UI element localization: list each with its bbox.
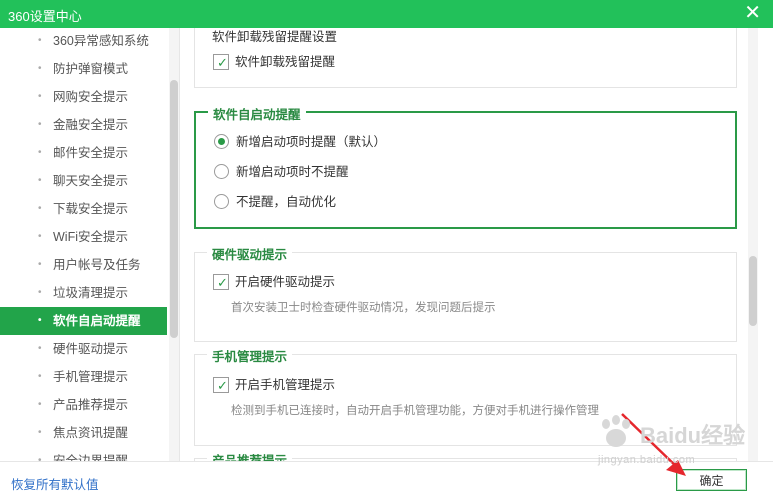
bullet-icon: • [38,175,42,186]
sidebar-item-label: 用户帐号及任务 [53,258,141,272]
sidebar-item-label: 产品推荐提示 [53,398,129,412]
sidebar-list: • 360异常感知系统 • 防护弹窗模式 • 网购安全提示 • 金融安全提示 • 邮件安全提示 • 聊… [0,28,167,461]
uninstall-residue-label: 软件卸载残留提醒 [235,55,336,69]
hardware-section-title: 硬件驱动提示 [207,244,293,263]
autostart-section-title: 软件自启动提醒 [208,104,306,123]
sidebar-item[interactable]: • 360异常感知系统 [0,28,167,55]
content-scrollbar-thumb[interactable] [749,256,757,326]
sidebar-item[interactable]: • 产品推荐提示 [0,391,167,419]
checkbox-box: ✓ [213,377,229,393]
window-title: 360设置中心 [8,9,82,24]
checkmark-icon: ✓ [217,55,228,70]
sidebar-item[interactable]: • 垃圾清理提示 [0,279,167,307]
phone-description: 检测到手机已连接时，自动开启手机管理功能，方便对手机进行操作管理 [231,405,599,417]
sidebar-item[interactable]: • 硬件驱动提示 [0,335,167,363]
radio-unselected [214,194,229,209]
hardware-section: 硬件驱动提示 ✓ 开启硬件驱动提示 首次安装卫士时检查硬件驱动情况，发现问题后提… [194,244,737,342]
bullet-icon: • [38,455,42,461]
sidebar-item-label: 下载安全提示 [53,202,129,216]
autostart-option-label: 不提醒，自动优化 [236,195,337,209]
radio-unselected [214,164,229,179]
title-bar: 360设置中心 ✕ [0,0,773,28]
sidebar-item[interactable]: • 聊天安全提示 [0,167,167,195]
checkmark-icon: ✓ [217,378,228,393]
sidebar-item-label: 硬件驱动提示 [53,342,129,356]
sidebar-item-label: 安全边界提醒 [53,454,129,461]
bullet-icon: • [38,119,42,130]
bullet-icon: • [38,147,42,158]
sidebar-item-label: 防护弹窗模式 [53,62,129,76]
sidebar-item-label: 360异常感知系统 [53,34,149,48]
restore-defaults-link[interactable]: 恢复所有默认值 [11,474,99,493]
radio-selected [214,134,229,149]
hardware-driver-label: 开启硬件驱动提示 [235,275,336,289]
sidebar-item[interactable]: • 用户帐号及任务 [0,251,167,279]
content-scrollbar-track[interactable] [748,28,758,461]
bullet-icon: • [38,259,42,270]
sidebar-item[interactable]: • WiFi安全提示 [0,223,167,251]
paw-logo-icon [602,415,630,447]
uninstall-section: 软件卸载残留提醒设置 ✓ 软件卸载残留提醒 [194,28,737,88]
sidebar-item-label: 网购安全提示 [53,90,129,104]
sidebar-item-label: 金融安全提示 [53,118,129,132]
bullet-icon: • [38,399,42,410]
sidebar-item-label: 垃圾清理提示 [53,286,129,300]
checkmark-icon: ✓ [217,275,228,290]
bullet-icon: • [38,35,42,46]
bullet-icon: • [38,63,42,74]
phone-management-label: 开启手机管理提示 [235,378,336,392]
sidebar-item[interactable]: • 网购安全提示 [0,83,167,111]
sidebar-item[interactable]: • 安全边界提醒 [0,447,167,461]
bullet-icon: • [38,231,42,242]
hardware-description: 首次安装卫士时检查硬件驱动情况，发现问题后提示 [231,302,496,314]
uninstall-section-title: 软件卸载残留提醒设置 [207,28,343,45]
checkbox-box: ✓ [213,274,229,290]
phone-section-title: 手机管理提示 [207,346,293,365]
close-icon[interactable]: ✕ [744,2,761,24]
product-section-title: 产品推荐提示 [207,450,293,461]
sidebar-item-label: WiFi安全提示 [53,230,128,244]
sidebar-item-label: 手机管理提示 [53,370,129,384]
sidebar-item[interactable]: • 焦点资讯提醒 [0,419,167,447]
bullet-icon: • [38,203,42,214]
ok-button[interactable]: 确定 [676,469,747,491]
settings-content: 软件卸载残留提醒设置 ✓ 软件卸载残留提醒 软件自启动提醒 新增启动项时提醒（默… [181,28,773,461]
sidebar-item[interactable]: • 邮件安全提示 [0,139,167,167]
watermark-text: Baidu经验 [640,423,746,448]
sidebar-item-label: 邮件安全提示 [53,146,129,160]
sidebar: • 360异常感知系统 • 防护弹窗模式 • 网购安全提示 • 金融安全提示 • 邮件安全提示 • 聊… [0,28,180,461]
sidebar-item[interactable]: • 下载安全提示 [0,195,167,223]
sidebar-scrollbar-thumb[interactable] [170,80,178,338]
bullet-icon: • [38,315,42,326]
sidebar-item[interactable]: • 软件自启动提醒 [0,307,167,335]
sidebar-item[interactable]: • 防护弹窗模式 [0,55,167,83]
watermark-url: jingyan.baidu.com [598,454,696,466]
bullet-icon: • [38,287,42,298]
sidebar-item[interactable]: • 金融安全提示 [0,111,167,139]
bullet-icon: • [38,371,42,382]
bullet-icon: • [38,427,42,438]
sidebar-item-label: 焦点资讯提醒 [53,426,129,440]
bullet-icon: • [38,343,42,354]
sidebar-item-label: 软件自启动提醒 [53,314,141,328]
checkbox-box: ✓ [213,54,229,70]
baidu-watermark: Baidu经验 jingyan.baidu.com [594,410,746,470]
autostart-section: 软件自启动提醒 新增启动项时提醒（默认） 新增启动项时不提醒 不提醒，自动优化 [194,104,737,229]
autostart-option-label: 新增启动项时不提醒 [236,165,349,179]
sidebar-item[interactable]: • 手机管理提示 [0,363,167,391]
bullet-icon: • [38,91,42,102]
sidebar-item-label: 聊天安全提示 [53,174,129,188]
autostart-option-label: 新增启动项时提醒（默认） [236,135,387,149]
